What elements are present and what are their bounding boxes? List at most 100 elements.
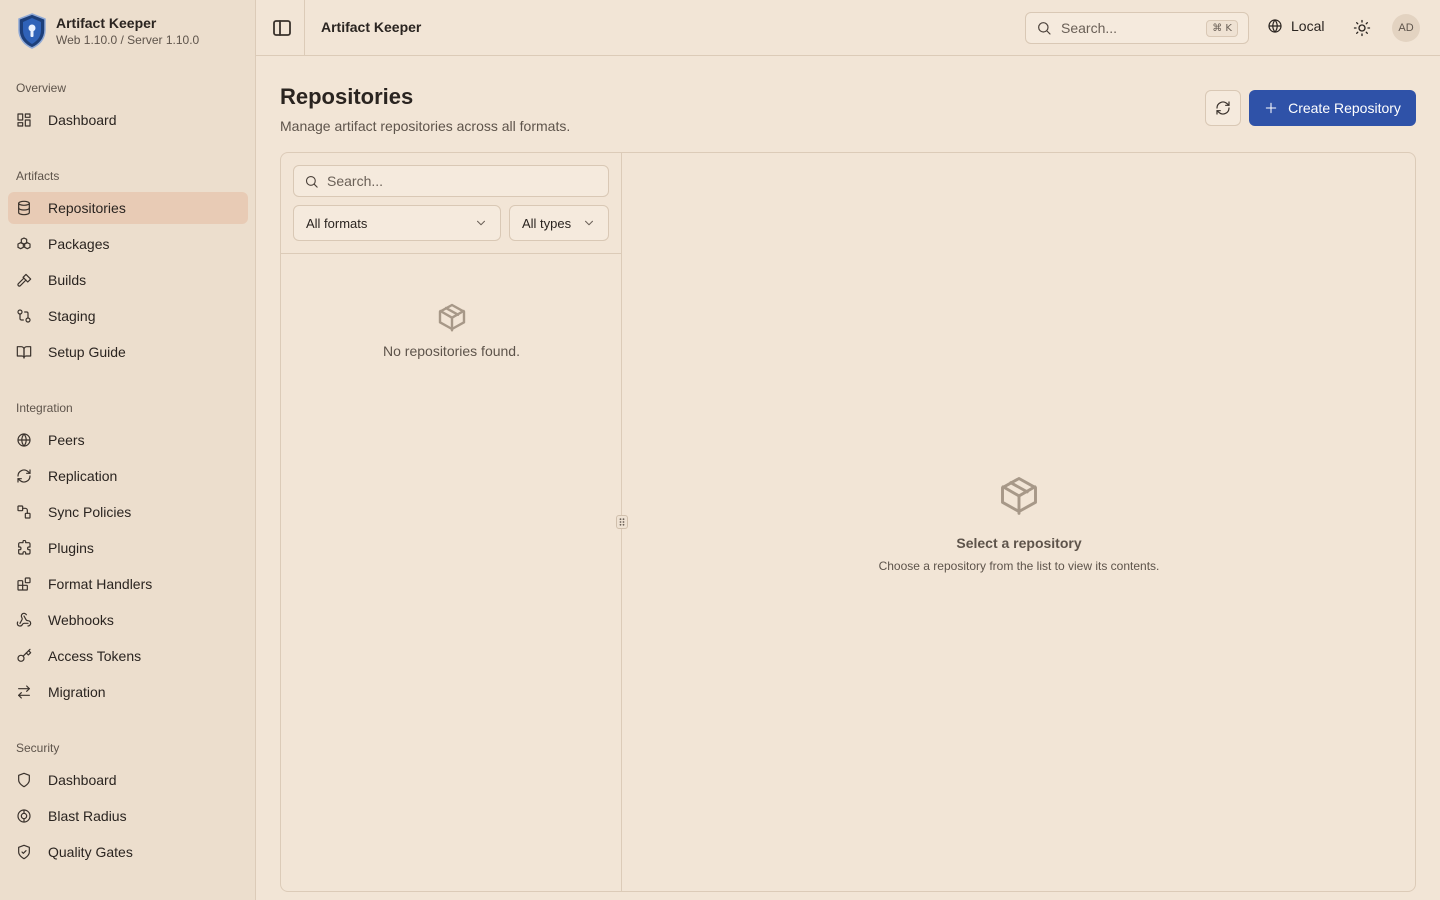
sidebar-item-label: Webhooks [48, 612, 114, 628]
header-title: Artifact Keeper [321, 19, 422, 35]
sidebar-item-quality-gates[interactable]: Quality Gates [8, 836, 248, 868]
detail-empty-text: Choose a repository from the list to vie… [878, 559, 1160, 573]
repository-search-input[interactable] [327, 173, 608, 189]
sidebar-item-label: Repositories [48, 200, 126, 216]
sidebar-item-label: Sync Policies [48, 504, 132, 520]
brand-title: Artifact Keeper [56, 15, 157, 31]
create-repository-button[interactable]: Create Repository [1249, 90, 1416, 126]
brand-version: Web 1.10.0 / Server 1.10.0 [56, 33, 200, 47]
top-header: Artifact Keeper Search... ⌘ K Local AD [256, 0, 1440, 56]
sidebar: Artifact Keeper Web 1.10.0 / Server 1.10… [0, 0, 256, 900]
chevron-down-icon [476, 220, 486, 226]
database-icon [18, 200, 30, 216]
sidebar-item-security-dashboard[interactable]: Dashboard [8, 764, 248, 796]
sidebar-item-blast-radius[interactable]: Blast Radius [8, 800, 248, 832]
repository-list-pane: All formats All types No repositories fo… [281, 153, 622, 891]
box-icon [1001, 477, 1037, 515]
sidebar-item-label: Plugins [48, 540, 94, 556]
repository-search[interactable] [293, 165, 609, 197]
sidebar-item-peers[interactable]: Peers [8, 424, 248, 456]
sidebar-item-access-tokens[interactable]: Access Tokens [8, 640, 248, 672]
sidebar-item-label: Quality Gates [48, 844, 133, 860]
sidebar-item-dashboard[interactable]: Dashboard [8, 104, 248, 136]
page-title: Repositories [280, 84, 414, 109]
search-icon [1038, 22, 1051, 35]
shield-icon [18, 772, 30, 788]
sidebar-item-migration[interactable]: Migration [8, 676, 248, 708]
sidebar-item-label: Peers [48, 432, 85, 448]
radius-icon [17, 809, 31, 823]
blocks-icon [17, 577, 31, 591]
global-search-input[interactable]: Search... ⌘ K [1025, 12, 1249, 44]
avatar[interactable]: AD [1392, 14, 1420, 42]
list-divider [281, 253, 622, 254]
sidebar-item-label: Staging [48, 308, 96, 324]
sidebar-item-repositories[interactable]: Repositories [8, 192, 248, 224]
sidebar-item-label: Dashboard [48, 772, 117, 788]
globe-icon [1268, 19, 1282, 33]
hammer-icon [17, 273, 32, 287]
type-filter-select[interactable]: All types [509, 205, 609, 241]
sidebar-item-plugins[interactable]: Plugins [8, 532, 248, 564]
detail-empty-state: Select a repository Choose a repository … [623, 473, 1415, 573]
packages-icon [17, 237, 31, 250]
environment-switcher[interactable]: Local [1267, 18, 1324, 34]
sidebar-item-label: Packages [48, 236, 110, 252]
environment-label: Local [1291, 18, 1325, 34]
key-icon [17, 648, 32, 662]
nav-heading: Integration [16, 401, 73, 415]
shield-check-icon [18, 844, 30, 860]
git-compare-icon [17, 309, 31, 323]
refresh-button[interactable] [1205, 90, 1241, 126]
sidebar-item-label: Setup Guide [48, 344, 126, 360]
box-icon [438, 303, 465, 332]
nav-heading: Overview [16, 81, 67, 95]
nav-heading: Artifacts [16, 169, 60, 183]
sidebar-item-webhooks[interactable]: Webhooks [8, 604, 248, 636]
shield-logo-icon [18, 13, 46, 49]
sidebar-item-label: Replication [48, 468, 118, 484]
arrows-swap-icon [18, 685, 30, 699]
sidebar-item-label: Blast Radius [48, 808, 127, 824]
sidebar-item-packages[interactable]: Packages [8, 228, 248, 260]
sidebar-item-label: Builds [48, 272, 87, 288]
sidebar-item-label: Access Tokens [48, 648, 142, 664]
nav-section-security: Security Dashboard Blast Radius Quality … [0, 737, 255, 872]
globe-icon [17, 433, 31, 447]
dashboard-icon [17, 113, 31, 127]
refresh-icon [17, 469, 31, 483]
sidebar-item-builds[interactable]: Builds [8, 264, 248, 296]
repositories-panel: All formats All types No repositories fo… [280, 152, 1416, 892]
header-divider [304, 0, 305, 56]
keyboard-shortcut-badge: ⌘ K [1206, 19, 1238, 37]
format-filter-value: All formats [306, 215, 368, 231]
route-icon [17, 505, 31, 519]
brand[interactable]: Artifact Keeper Web 1.10.0 / Server 1.10… [16, 12, 199, 50]
search-icon [305, 175, 318, 188]
page-subtitle: Manage artifact repositories across all … [280, 118, 571, 134]
global-search-placeholder: Search... [1061, 20, 1118, 36]
chevron-down-icon [584, 220, 594, 226]
empty-list-state: No repositories found. [281, 301, 622, 359]
sidebar-item-label: Dashboard [48, 112, 117, 128]
format-filter-select[interactable]: All formats [293, 205, 501, 241]
sidebar-item-label: Migration [48, 684, 106, 700]
sidebar-item-setup-guide[interactable]: Setup Guide [8, 336, 248, 368]
sidebar-item-format-handlers[interactable]: Format Handlers [8, 568, 248, 600]
plus-icon [1265, 102, 1277, 114]
nav-section-integration: Integration Peers Replication Sync Polic… [0, 397, 255, 712]
webhook-icon [16, 612, 32, 627]
nav-heading: Security [16, 741, 60, 755]
sidebar-toggle-icon[interactable] [270, 16, 294, 40]
nav-section-artifacts: Artifacts Repositories Packages Builds S… [0, 165, 255, 372]
detail-empty-title: Select a repository [956, 535, 1082, 551]
sun-icon[interactable] [1353, 19, 1371, 37]
sidebar-item-staging[interactable]: Staging [8, 300, 248, 332]
sidebar-item-sync-policies[interactable]: Sync Policies [8, 496, 248, 528]
create-repository-label: Create Repository [1288, 100, 1401, 116]
type-filter-value: All types [522, 215, 572, 231]
nav-section-overview: Overview Dashboard [0, 77, 255, 140]
sidebar-item-replication[interactable]: Replication [8, 460, 248, 492]
refresh-icon [1216, 101, 1230, 115]
book-icon [16, 346, 32, 359]
